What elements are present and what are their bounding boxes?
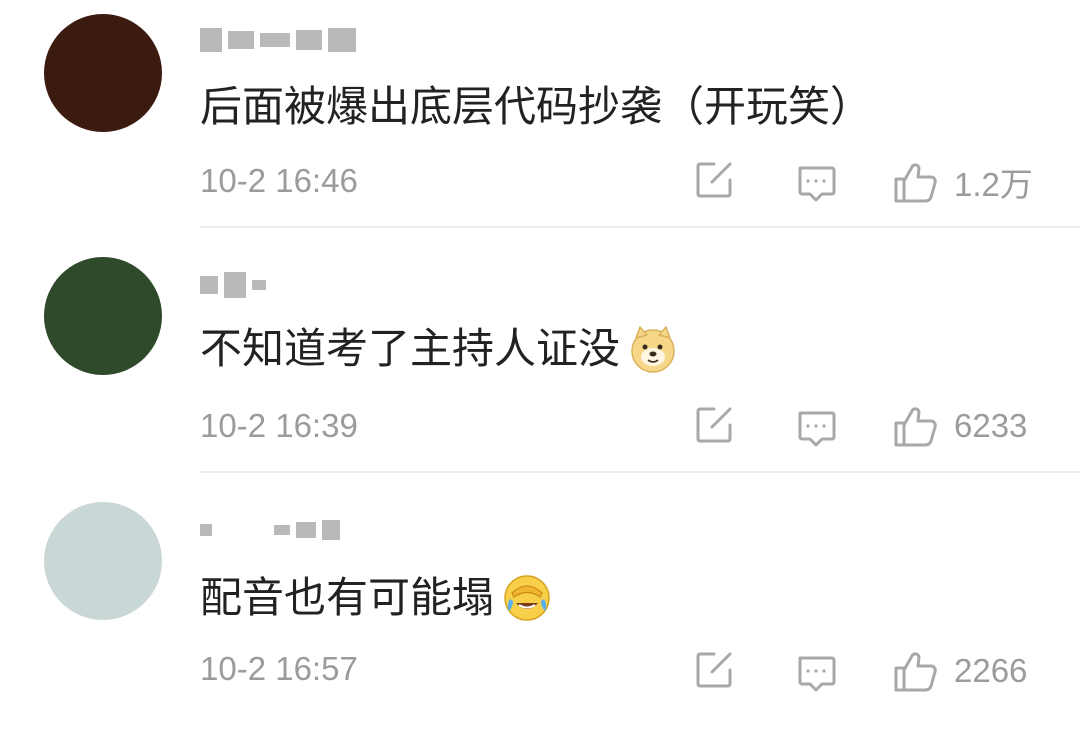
like-count: 2266 — [954, 652, 1028, 689]
comment-text: 不知道考了主持人证没 — [200, 321, 678, 377]
like-button[interactable]: 2266 — [892, 648, 1027, 694]
share-edit-icon — [696, 162, 732, 198]
comment-text-content: 配音也有可能塌 — [200, 573, 495, 622]
doge-emoji — [631, 326, 675, 373]
thumbs-up-icon — [894, 163, 937, 203]
share-button[interactable] — [694, 160, 734, 200]
share-button[interactable] — [694, 405, 734, 445]
comment-text: 配音也有可能塌 — [200, 570, 552, 626]
username-redacted[interactable] — [200, 22, 356, 58]
comment-timestamp: 10-2 16:57 — [200, 650, 358, 687]
comment-text-content: 不知道考了主持人证没 — [200, 324, 621, 373]
share-edit-icon — [696, 652, 732, 688]
comment-item: 后面被爆出底层代码抄袭（开玩笑） 10-2 16:46 1.2万 — [0, 0, 1080, 245]
facepalm-laugh-emoji — [504, 575, 550, 621]
comment-reply-icon — [798, 656, 836, 692]
like-count: 6233 — [954, 407, 1028, 444]
thumbs-up-icon — [894, 652, 937, 692]
comment-reply-icon — [798, 166, 836, 202]
reply-button[interactable] — [796, 407, 836, 447]
like-button[interactable]: 1.2万 — [892, 158, 1033, 206]
avatar[interactable] — [44, 502, 162, 620]
username-redacted[interactable] — [200, 512, 340, 548]
divider — [200, 471, 1080, 473]
thumbs-up-icon — [894, 407, 937, 447]
comment-reply-icon — [798, 411, 836, 447]
divider — [200, 226, 1080, 228]
comment-timestamp: 10-2 16:39 — [200, 407, 358, 444]
share-button[interactable] — [694, 650, 734, 690]
comment-timestamp: 10-2 16:46 — [200, 162, 358, 199]
avatar[interactable] — [44, 14, 162, 132]
share-edit-icon — [696, 407, 732, 443]
username-redacted[interactable] — [200, 267, 266, 303]
comment-item: 配音也有可能塌 10-2 16:57 2266 — [0, 490, 1080, 735]
avatar[interactable] — [44, 257, 162, 375]
comment-text-content: 后面被爆出底层代码抄袭（开玩笑） — [200, 82, 873, 131]
like-count: 1.2万 — [954, 166, 1033, 203]
like-button[interactable]: 6233 — [892, 403, 1027, 449]
reply-button[interactable] — [796, 652, 836, 692]
reply-button[interactable] — [796, 162, 836, 202]
comment-text: 后面被爆出底层代码抄袭（开玩笑） — [200, 84, 872, 130]
comment-item: 不知道考了主持人证没 10-2 16:39 6233 — [0, 245, 1080, 490]
